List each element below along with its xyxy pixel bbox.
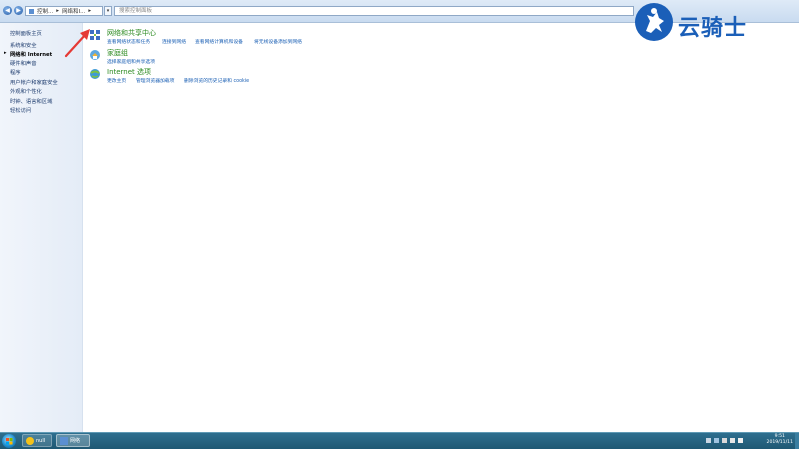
language-icon[interactable] (706, 438, 711, 443)
left-nav-pane: 控制面板主页 系统和安全 ▸ 网络和 Internet 硬件和声音 程序 用户帐… (0, 23, 83, 432)
sidebar-item-programs[interactable]: 程序 (10, 68, 21, 76)
homegroup-options-link[interactable]: 选择家庭组和共享选项 (107, 58, 155, 65)
search-placeholder: 搜索控制面板 (119, 8, 153, 14)
clock-date: 2019/11/11 (766, 440, 793, 445)
connect-to-network-link[interactable]: 连接到网络 (162, 38, 186, 45)
sidebar-item-appearance[interactable]: 外观和个性化 (10, 87, 42, 95)
action-center-icon[interactable] (722, 438, 727, 443)
taskbar-item-label: 网络 (70, 438, 81, 444)
sidebar-item-network-internet[interactable]: 网络和 Internet (10, 50, 52, 58)
start-button[interactable] (2, 434, 16, 448)
view-network-computers-link[interactable]: 查看网络计算机和设备 (195, 38, 243, 45)
show-desktop-button[interactable] (795, 433, 799, 449)
taskbar-item-null[interactable]: null (22, 434, 52, 447)
sidebar-item-user-accounts[interactable]: 用户帐户和家庭安全 (10, 78, 58, 86)
keyboard-icon[interactable] (714, 438, 719, 443)
homegroup-title[interactable]: 家庭组 (107, 48, 128, 58)
internet-options-icon[interactable] (89, 68, 101, 80)
breadcrumb[interactable]: 控制... ▸ 网络和I... ▸ (25, 6, 103, 16)
annotation-arrow-icon (64, 29, 90, 58)
knight-icon (646, 8, 664, 33)
internet-options-title[interactable]: Internet 选项 (107, 67, 151, 77)
watermark-brand-text: 云骑士 (678, 16, 748, 41)
control-panel-icon (60, 436, 68, 445)
forward-button[interactable]: ▶ (14, 6, 23, 15)
view-network-status-link[interactable]: 查看网络状态和任务 (107, 38, 150, 45)
chevron-down-icon: ▾ (106, 8, 110, 14)
watermark-knight-logo (635, 3, 673, 41)
delete-history-link[interactable]: 删除浏览的历史记录和 cookie (184, 77, 249, 84)
sidebar-item-system-security[interactable]: 系统和安全 (10, 41, 37, 49)
taskbar-item-network[interactable]: 网络 (56, 434, 90, 447)
add-wireless-device-link[interactable]: 将无线设备添加到网络 (254, 38, 302, 45)
volume-icon[interactable] (738, 438, 743, 443)
taskbar-item-label: null (36, 437, 46, 444)
selected-bullet-icon: ▸ (4, 50, 7, 56)
network-tray-icon[interactable] (730, 438, 735, 443)
windows-logo-icon (6, 438, 13, 445)
tray-clock[interactable]: 9:51 2019/11/11 (767, 434, 793, 446)
change-homepage-link[interactable]: 更改主页 (107, 77, 126, 84)
taskbar: null 网络 9:51 2019/11/11 (0, 432, 799, 449)
recent-pages-dropdown[interactable]: ▾ (104, 6, 112, 16)
manage-addons-link[interactable]: 管理浏览器加载项 (136, 77, 174, 84)
forward-arrow-icon: ▶ (16, 7, 21, 14)
breadcrumb-separator: ▸ (56, 8, 60, 14)
network-sharing-center-title[interactable]: 网络和共享中心 (107, 28, 156, 38)
control-panel-icon (29, 8, 34, 14)
app-icon (26, 436, 34, 445)
search-input[interactable]: 搜索控制面板 (114, 6, 634, 16)
back-arrow-icon: ◀ (5, 7, 10, 14)
sidebar-item-hardware-sound[interactable]: 硬件和声音 (10, 59, 37, 67)
breadcrumb-item[interactable]: 控制... (37, 7, 53, 15)
sidebar-item-clock-region[interactable]: 时钟、语言和区域 (10, 97, 52, 105)
back-button[interactable]: ◀ (3, 6, 12, 15)
breadcrumb-item[interactable]: 网络和I... (62, 7, 85, 15)
sidebar-item-ease-of-access[interactable]: 轻松访问 (10, 106, 31, 114)
sidebar-item-home[interactable]: 控制面板主页 (10, 29, 42, 37)
breadcrumb-separator: ▸ (88, 8, 92, 14)
